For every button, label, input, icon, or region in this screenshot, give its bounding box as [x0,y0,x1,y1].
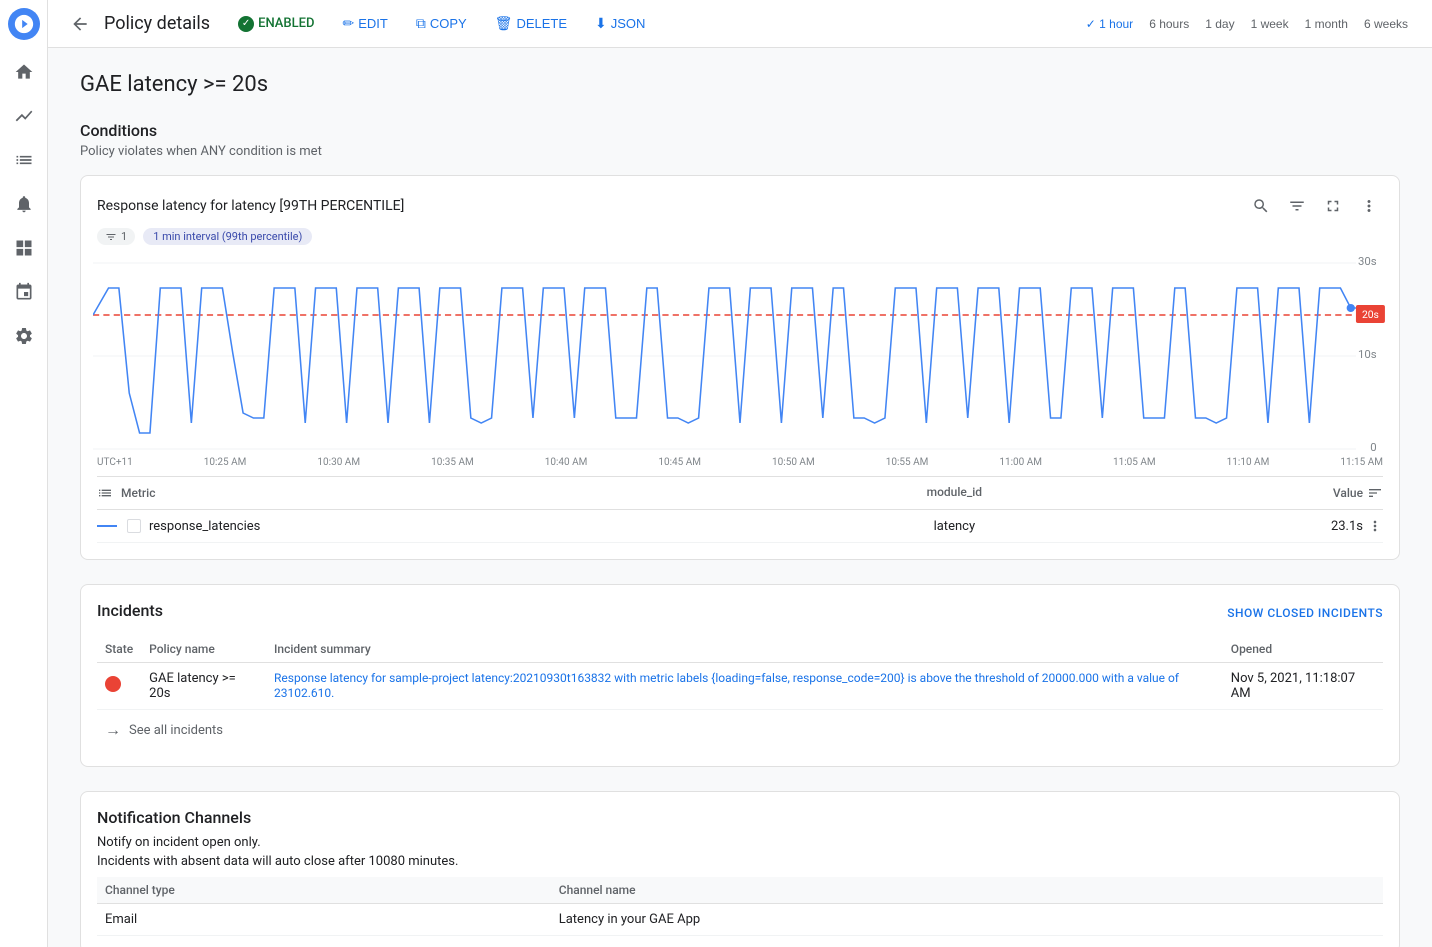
sidebar-item-services[interactable] [4,272,44,312]
chart-svg-container: 30s 10s 0 20s [93,253,1387,453]
legend-interval: 1 min interval (99th percentile) [143,228,312,245]
incidents-section: Incidents SHOW CLOSED INCIDENTS State Po… [80,584,1400,767]
notif-subtitle1: Notify on incident open only. [97,835,1383,850]
sidebar-item-metrics[interactable] [4,96,44,136]
app-logo [8,8,40,40]
summary-col-header: Incident summary [266,636,1223,663]
notif-row: Email Latency in your GAE App [97,904,1383,936]
svg-text:20s: 20s [1362,310,1379,321]
channel-type-header: Channel type [97,877,551,904]
copy-icon: ⧉ [416,15,426,32]
incident-state-icon [105,676,121,692]
chart-card: Response latency for latency [99TH PERCE… [80,175,1400,560]
chart-expand-button[interactable] [1319,192,1347,220]
chart-filter-button[interactable] [1283,192,1311,220]
opened-col-header: Opened [1223,636,1383,663]
incidents-table: State Policy name Incident summary Opene… [97,636,1383,710]
time-1month[interactable]: 1 month [1297,13,1356,35]
time-1week[interactable]: 1 week [1243,13,1297,35]
notif-title: Notification Channels [97,808,1383,827]
topbar-actions: ✓ ENABLED ✏ EDIT ⧉ COPY 🗑 DELETE ⬇ JSON [226,9,657,38]
incident-row: GAE latency >= 20s Response latency for … [97,663,1383,710]
notif-name-cell: Latency in your GAE App [551,904,1383,936]
incident-summary-link[interactable]: Response latency for sample-project late… [274,671,1179,700]
edit-icon: ✏ [342,15,354,32]
see-all-arrow-icon: → [105,720,121,740]
enabled-label: ENABLED [258,16,314,31]
metric-module-cell: latency [740,519,1169,534]
metric-color-line [97,525,117,527]
time-6weeks[interactable]: 6 weeks [1356,13,1416,35]
metric-table-row: response_latencies latency 23.1s [97,510,1383,543]
notification-channels-section: Notification Channels Notify on incident… [80,791,1400,947]
metric-checkbox[interactable] [127,519,141,533]
json-button[interactable]: ⬇ JSON [583,9,657,38]
incidents-title: Incidents [97,601,163,620]
notif-type-cell: Email [97,904,551,936]
time-1day[interactable]: 1 day [1197,13,1242,35]
incidents-header: Incidents SHOW CLOSED INCIDENTS [97,601,1383,624]
metric-value-cell: 23.1s [1169,518,1383,534]
copy-button[interactable]: ⧉ COPY [404,9,479,38]
time-range-bar: 1 hour 6 hours 1 day 1 week 1 month 6 we… [1078,13,1416,35]
time-6hours[interactable]: 6 hours [1141,13,1197,35]
chart-legend: 1 1 min interval (99th percentile) [97,228,1383,245]
sidebar-item-home[interactable] [4,52,44,92]
chart-x-labels: UTC+11 10:25 AM 10:30 AM 10:35 AM 10:40 … [97,453,1383,468]
chart-title: Response latency for latency [99TH PERCE… [97,198,404,214]
incident-policy-cell: GAE latency >= 20s [141,663,266,710]
metric-name-cell: response_latencies [97,519,740,534]
chart-header: Response latency for latency [99TH PERCE… [97,192,1383,220]
svg-text:0: 0 [1370,441,1376,453]
conditions-subtitle: Policy violates when ANY condition is me… [80,144,1400,159]
chart-search-button[interactable] [1247,192,1275,220]
chart-svg: 30s 10s 0 20s [93,253,1387,453]
enabled-icon: ✓ [238,16,254,32]
metric-table-header: Metric module_id Value [97,477,1383,510]
sidebar-item-notifications[interactable] [4,184,44,224]
svg-text:30s: 30s [1358,255,1377,268]
content-area: GAE latency >= 20s Conditions Policy vio… [48,48,1432,947]
sidebar-item-dashboards[interactable] [4,228,44,268]
delete-button[interactable]: 🗑 DELETE [483,9,579,38]
row-more-icon[interactable] [1367,518,1383,534]
edit-button[interactable]: ✏ EDIT [330,9,399,38]
enabled-badge: ✓ ENABLED [226,10,326,38]
topbar: Policy details ✓ ENABLED ✏ EDIT ⧉ COPY 🗑… [48,0,1432,48]
main-area: Policy details ✓ ENABLED ✏ EDIT ⧉ COPY 🗑… [48,0,1432,947]
sidebar-item-settings[interactable] [4,316,44,356]
conditions-title: Conditions [80,121,1400,140]
show-closed-button[interactable]: SHOW CLOSED INCIDENTS [1227,606,1383,620]
legend-filter[interactable]: 1 [97,228,135,245]
json-icon: ⬇ [595,15,607,32]
incident-state-cell [97,663,141,710]
state-col-header: State [97,636,141,663]
module-col-header: module_id [740,485,1169,501]
page-title: Policy details [104,13,210,34]
chart-controls [1247,192,1383,220]
policy-col-header: Policy name [141,636,266,663]
value-col-header: Value [1169,485,1383,501]
incident-summary-cell: Response latency for sample-project late… [266,663,1223,710]
see-all-incidents[interactable]: → See all incidents [97,710,1383,750]
chart-more-button[interactable] [1355,192,1383,220]
back-button[interactable] [64,8,96,40]
delete-icon: 🗑 [495,15,513,32]
notif-subtitle2: Incidents with absent data will auto clo… [97,854,1383,869]
metric-table: Metric module_id Value response_latencie… [97,476,1383,543]
channel-name-header: Channel name [551,877,1383,904]
notif-table: Channel type Channel name Email Latency … [97,877,1383,936]
metric-col-header: Metric [97,485,740,501]
incident-opened-cell: Nov 5, 2021, 11:18:07 AM [1223,663,1383,710]
svg-text:10s: 10s [1358,348,1377,361]
policy-title: GAE latency >= 20s [80,72,1400,97]
time-1hour[interactable]: 1 hour [1078,13,1141,35]
sidebar [0,0,48,947]
sidebar-item-logs[interactable] [4,140,44,180]
